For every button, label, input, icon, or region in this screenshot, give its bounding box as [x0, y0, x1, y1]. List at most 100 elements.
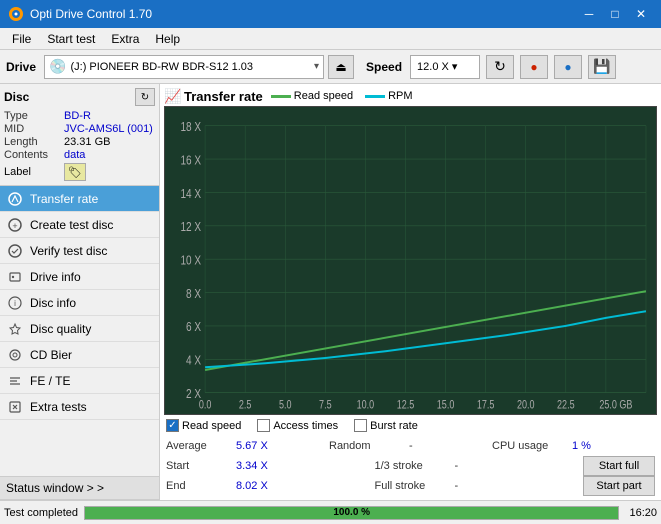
start-part-button[interactable]: Start part — [583, 476, 655, 496]
record-button[interactable]: ● — [520, 55, 548, 79]
speed-value: 12.0 X ▾ — [417, 60, 457, 73]
speed-select-dropdown[interactable]: 12.0 X ▾ — [410, 55, 480, 79]
maximize-button[interactable]: □ — [603, 4, 627, 24]
nav-create-test-disc[interactable]: + Create test disc — [0, 212, 159, 238]
nav-cd-bier-label: CD Bier — [30, 348, 72, 362]
svg-text:12.5: 12.5 — [397, 398, 415, 412]
disc-contents-label: Contents — [4, 149, 64, 161]
full-stroke-stat: Full stroke - — [375, 480, 584, 492]
svg-text:10 X: 10 X — [180, 252, 201, 268]
drive-info-icon — [6, 268, 24, 286]
random-label: Random — [329, 440, 409, 452]
settings-icon: ● — [564, 60, 571, 74]
status-bar: Test completed 100.0 % 16:20 — [0, 500, 661, 524]
disc-section-title: Disc — [4, 90, 29, 104]
end-label: End — [166, 480, 236, 492]
eject-button[interactable]: ⏏ — [328, 55, 354, 79]
nav-disc-quality[interactable]: Disc quality — [0, 316, 159, 342]
one-third-stroke-label: 1/3 stroke — [375, 460, 455, 472]
status-time: 16:20 — [629, 507, 657, 519]
disc-info-icon: i — [6, 294, 24, 312]
cpu-usage-label: CPU usage — [492, 440, 572, 452]
disc-contents-row: Contents data — [4, 149, 155, 161]
nav-cd-bier[interactable]: CD Bier — [0, 342, 159, 368]
full-stroke-label: Full stroke — [375, 480, 455, 492]
disc-type-value: BD-R — [64, 110, 91, 122]
title-bar: Opti Drive Control 1.70 ─ □ ✕ — [0, 0, 661, 28]
stats-area: Average 5.67 X Random - CPU usage 1 % St… — [164, 436, 657, 496]
nav-fe-te[interactable]: FE / TE — [0, 368, 159, 394]
nav-disc-quality-label: Disc quality — [30, 322, 91, 336]
svg-text:17.5: 17.5 — [477, 398, 495, 412]
drive-dropdown-arrow: ▾ — [314, 61, 319, 72]
svg-text:22.5: 22.5 — [557, 398, 575, 412]
svg-text:15.0: 15.0 — [437, 398, 455, 412]
nav-disc-info[interactable]: i Disc info — [0, 290, 159, 316]
legend-read-speed: Read speed — [271, 90, 353, 102]
svg-text:6 X: 6 X — [186, 319, 201, 335]
svg-text:4 X: 4 X — [186, 352, 201, 368]
average-label: Average — [166, 440, 236, 452]
menu-file[interactable]: File — [4, 30, 39, 48]
checkbox-burst-rate[interactable]: Burst rate — [354, 419, 418, 432]
chart-svg: 18 X 16 X 14 X 12 X 10 X 8 X 6 X 4 X 2 X… — [165, 107, 656, 414]
nav-verify-test-disc[interactable]: Verify test disc — [0, 238, 159, 264]
end-stat: End 8.02 X — [166, 480, 375, 492]
disc-length-label: Length — [4, 136, 64, 148]
disc-refresh-icon: ↻ — [141, 92, 149, 103]
menu-extra[interactable]: Extra — [103, 30, 147, 48]
drive-select-text: (J:) PIONEER BD-RW BDR-S12 1.03 — [70, 61, 314, 73]
disc-mid-label: MID — [4, 123, 64, 135]
nav-fe-te-label: FE / TE — [30, 374, 70, 388]
app-icon — [8, 6, 24, 22]
minimize-button[interactable]: ─ — [577, 4, 601, 24]
cpu-usage-value: 1 % — [572, 440, 612, 452]
disc-mid-row: MID JVC-AMS6L (001) — [4, 123, 155, 135]
save-button[interactable]: 💾 — [588, 55, 616, 79]
start-full-button[interactable]: Start full — [583, 456, 655, 476]
read-speed-checkbox-label: Read speed — [182, 420, 241, 432]
random-stat: Random - — [329, 440, 492, 452]
access-times-checkbox-label: Access times — [273, 420, 338, 432]
start-stat: Start 3.34 X — [166, 460, 375, 472]
checkbox-read-speed[interactable]: ✓ Read speed — [166, 419, 241, 432]
burst-rate-checkbox[interactable] — [354, 419, 367, 432]
close-button[interactable]: ✕ — [629, 4, 653, 24]
disc-length-value: 23.31 GB — [64, 136, 110, 148]
disc-type-label: Type — [4, 110, 64, 122]
svg-text:10.0: 10.0 — [357, 398, 375, 412]
nav-extra-tests[interactable]: Extra tests — [0, 394, 159, 420]
read-speed-checkbox[interactable]: ✓ — [166, 419, 179, 432]
disc-type-row: Type BD-R — [4, 110, 155, 122]
disc-length-row: Length 23.31 GB — [4, 136, 155, 148]
nav-transfer-rate[interactable]: Transfer rate — [0, 186, 159, 212]
main-content: Disc ↻ Type BD-R MID JVC-AMS6L (001) Len… — [0, 84, 661, 500]
random-value: - — [409, 440, 439, 452]
disc-label-icon-button[interactable]: 🏷 — [64, 163, 86, 181]
disc-refresh-button[interactable]: ↻ — [135, 88, 155, 106]
svg-text:5.0: 5.0 — [279, 398, 292, 412]
legend-read-speed-label: Read speed — [294, 90, 353, 102]
svg-text:18 X: 18 X — [180, 119, 201, 135]
status-window-button[interactable]: Status window > > — [0, 476, 159, 500]
access-times-checkbox[interactable] — [257, 419, 270, 432]
refresh-button[interactable]: ↻ — [486, 55, 514, 79]
checkbox-access-times[interactable]: Access times — [257, 419, 338, 432]
nav-drive-info-label: Drive info — [30, 270, 81, 284]
nav-drive-info[interactable]: Drive info — [0, 264, 159, 290]
legend-rpm-color — [365, 95, 385, 98]
menu-start-test[interactable]: Start test — [39, 30, 103, 48]
svg-text:20.0: 20.0 — [517, 398, 535, 412]
burst-rate-checkbox-label: Burst rate — [370, 420, 418, 432]
average-stat: Average 5.67 X — [166, 440, 329, 452]
settings-button[interactable]: ● — [554, 55, 582, 79]
cpu-usage-stat: CPU usage 1 % — [492, 440, 655, 452]
drive-select-dropdown[interactable]: 💿 (J:) PIONEER BD-RW BDR-S12 1.03 ▾ — [44, 55, 324, 79]
menu-help[interactable]: Help — [147, 30, 188, 48]
legend-rpm: RPM — [365, 90, 412, 102]
chart-title: Transfer rate — [184, 89, 263, 104]
start-value: 3.34 X — [236, 460, 281, 472]
one-third-stroke-stat: 1/3 stroke - — [375, 460, 584, 472]
disc-label-row: Label 🏷 — [4, 163, 155, 181]
drive-disc-icon: 💿 — [49, 58, 66, 75]
